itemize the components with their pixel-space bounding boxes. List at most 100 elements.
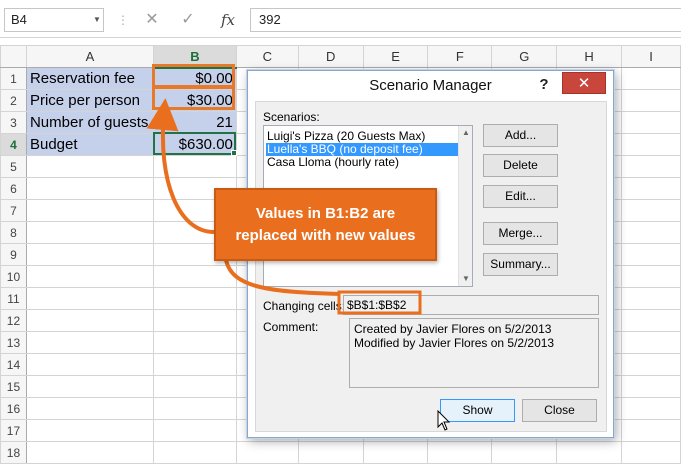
grip-icon: ⋮ <box>117 13 129 27</box>
row-header[interactable]: 12 <box>0 309 27 332</box>
cell[interactable] <box>152 287 237 310</box>
cell[interactable] <box>25 331 154 354</box>
close-button[interactable]: Close <box>522 399 597 422</box>
row-header[interactable]: 15 <box>0 375 27 398</box>
cell[interactable] <box>621 287 681 310</box>
cell[interactable] <box>621 111 681 134</box>
cancel-icon[interactable]: ✕ <box>142 9 162 31</box>
merge-button[interactable]: Merge... <box>483 222 558 245</box>
cell[interactable] <box>25 309 154 332</box>
column-header-c[interactable]: C <box>235 45 299 68</box>
close-icon[interactable]: ✕ <box>562 72 606 94</box>
row-header[interactable]: 7 <box>0 199 27 222</box>
cell[interactable] <box>621 199 681 222</box>
fill-handle[interactable] <box>231 150 237 156</box>
cell[interactable] <box>152 155 237 178</box>
summary-button[interactable]: Summary... <box>483 253 558 276</box>
cell[interactable] <box>621 67 681 90</box>
cell[interactable] <box>25 375 154 398</box>
cell[interactable] <box>152 375 237 398</box>
row-header[interactable]: 1 <box>0 67 27 90</box>
name-box[interactable]: B4 <box>4 8 104 32</box>
row-header[interactable]: 14 <box>0 353 27 376</box>
cell-a2[interactable]: Price per person <box>25 89 154 112</box>
row-header[interactable]: 16 <box>0 397 27 420</box>
row-header[interactable]: 10 <box>0 265 27 288</box>
column-header-g[interactable]: G <box>491 45 558 68</box>
row-header[interactable]: 2 <box>0 89 27 112</box>
cell[interactable] <box>152 331 237 354</box>
cell[interactable] <box>621 353 681 376</box>
scroll-down-icon[interactable]: ▼ <box>459 272 473 286</box>
row-header-selected[interactable]: 4 <box>0 133 27 156</box>
row-header[interactable]: 3 <box>0 111 27 134</box>
cell[interactable] <box>621 243 681 266</box>
cell[interactable] <box>25 155 154 178</box>
row-header[interactable]: 17 <box>0 419 27 442</box>
edit-button[interactable]: Edit... <box>483 185 558 208</box>
help-icon[interactable]: ? <box>536 74 552 96</box>
list-scrollbar[interactable]: ▲ ▼ <box>458 126 472 286</box>
cell[interactable] <box>25 265 154 288</box>
cell[interactable] <box>152 309 237 332</box>
chevron-down-icon[interactable]: ▼ <box>90 8 104 32</box>
cell[interactable] <box>621 89 681 112</box>
cell[interactable] <box>621 419 681 442</box>
show-button[interactable]: Show <box>440 399 515 422</box>
changing-cells-label: Changing cells: <box>263 299 346 313</box>
cell[interactable] <box>621 177 681 200</box>
cell[interactable] <box>152 265 237 288</box>
active-cell-border <box>153 132 236 155</box>
enter-icon[interactable]: ✓ <box>178 9 198 31</box>
select-all-corner[interactable] <box>0 45 27 68</box>
row-header[interactable]: 5 <box>0 155 27 178</box>
cell[interactable] <box>25 243 154 266</box>
cell[interactable] <box>25 177 154 200</box>
column-header-f[interactable]: F <box>427 45 493 68</box>
cell-a1[interactable]: Reservation fee <box>25 67 154 90</box>
changing-cells-field: $B$1:$B$2 <box>343 295 599 315</box>
row-header[interactable]: 9 <box>0 243 27 266</box>
cell[interactable] <box>621 265 681 288</box>
column-header-d[interactable]: D <box>297 45 364 68</box>
cell[interactable] <box>25 397 154 420</box>
cell[interactable] <box>621 331 681 354</box>
add-button[interactable]: Add... <box>483 124 558 147</box>
column-header-h[interactable]: H <box>556 45 623 68</box>
cell-a4[interactable]: Budget <box>25 133 154 156</box>
cell[interactable] <box>621 221 681 244</box>
cell-b3[interactable]: 21 <box>152 111 237 134</box>
column-header-a[interactable]: A <box>25 45 154 68</box>
cell-a3[interactable]: Number of guests <box>25 111 154 134</box>
cell[interactable] <box>152 419 237 442</box>
row-header[interactable]: 13 <box>0 331 27 354</box>
cell[interactable] <box>621 155 681 178</box>
dialog-titlebar[interactable]: Scenario Manager ? ✕ <box>248 71 613 101</box>
cell[interactable] <box>621 133 681 156</box>
cell[interactable] <box>621 375 681 398</box>
scenario-item[interactable]: Casa Lloma (hourly rate) <box>266 156 460 169</box>
callout-line: replaced with new values <box>235 227 416 244</box>
row-header[interactable]: 6 <box>0 177 27 200</box>
cell[interactable] <box>152 397 237 420</box>
delete-button[interactable]: Delete <box>483 154 558 177</box>
dialog-body: Scenarios: Luigi's Pizza (20 Guests Max)… <box>255 101 607 432</box>
formula-input[interactable]: 392 <box>250 8 681 32</box>
callout-box: Values in B1:B2 are replaced with new va… <box>214 188 437 261</box>
cell[interactable] <box>152 353 237 376</box>
cell[interactable] <box>25 419 154 442</box>
column-header-i[interactable]: I <box>621 45 681 68</box>
insert-function-icon[interactable]: fx <box>216 9 240 31</box>
cell[interactable] <box>25 353 154 376</box>
cursor-icon <box>437 410 451 431</box>
scroll-up-icon[interactable]: ▲ <box>459 126 473 140</box>
cell[interactable] <box>25 287 154 310</box>
cell[interactable] <box>25 221 154 244</box>
column-header-e[interactable]: E <box>362 45 429 68</box>
cell[interactable] <box>621 397 681 420</box>
comment-line: Created by Javier Flores on 5/2/2013 <box>354 322 552 336</box>
row-header[interactable]: 8 <box>0 221 27 244</box>
cell[interactable] <box>25 199 154 222</box>
row-header[interactable]: 11 <box>0 287 27 310</box>
cell[interactable] <box>621 309 681 332</box>
